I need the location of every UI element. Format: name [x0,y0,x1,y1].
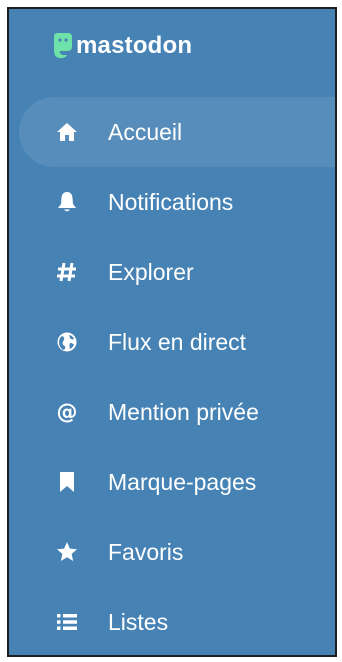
nav-label-favourites: Favoris [108,539,184,565]
nav-item-explore[interactable]: Explorer [9,237,335,307]
nav-label-notifications: Notifications [108,189,234,215]
nav-item-home[interactable]: Accueil [19,97,335,167]
nav-label-private-mention: Mention privée [108,399,259,425]
nav-label-home: Accueil [108,119,183,145]
logo-text: mastodon [76,32,193,59]
hashtag-icon [55,260,79,284]
nav-item-favourites[interactable]: Favoris [9,517,335,587]
nav-item-lists[interactable]: Listes [9,587,335,655]
nav-item-private-mention[interactable]: @ Mention privée [9,377,335,447]
main-navigation: Accueil Notifications Explorer Flux en d… [9,97,335,655]
nav-item-notifications[interactable]: Notifications [9,167,335,237]
mastodon-mark-icon [51,32,75,60]
list-icon [55,610,79,634]
nav-label-live-feed: Flux en direct [108,329,247,355]
bookmark-icon [55,470,79,494]
nav-label-bookmarks: Marque-pages [108,469,257,495]
sidebar-panel: mastodon Accueil Notifications Explorer … [7,7,337,657]
nav-item-bookmarks[interactable]: Marque-pages [9,447,335,517]
globe-icon [55,330,79,354]
home-icon [55,120,79,144]
star-icon [55,540,79,564]
at-icon: @ [56,399,78,424]
nav-item-live-feed[interactable]: Flux en direct [9,307,335,377]
bell-icon [55,190,79,214]
nav-label-lists: Listes [108,609,169,635]
nav-label-explore: Explorer [108,259,194,285]
mastodon-logo[interactable]: mastodon [51,31,192,61]
